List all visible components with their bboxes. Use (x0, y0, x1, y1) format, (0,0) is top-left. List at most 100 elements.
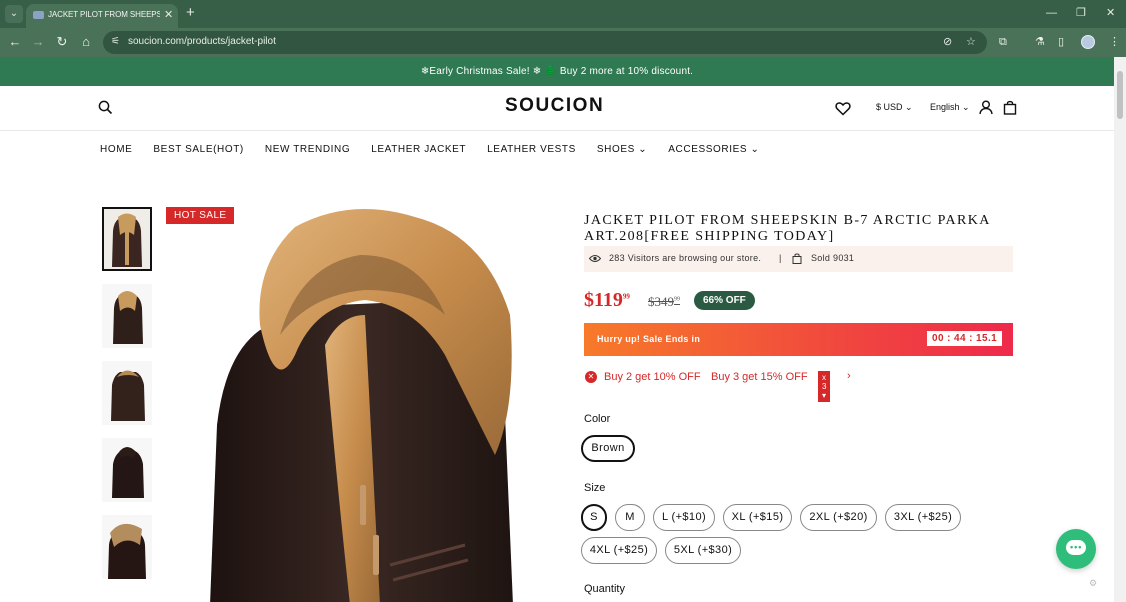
promo-quantity: x 3 ▾ (818, 371, 831, 402)
chat-dots: ••• (1070, 542, 1083, 552)
size-option-s[interactable]: S (581, 504, 607, 531)
chevron-down-icon: ⌄ (750, 144, 760, 155)
browser-toolbar: ← → ↻ ⌂ ⚟ soucion.com/products/jacket-pi… (0, 28, 1126, 57)
size-option-m[interactable]: M (615, 504, 645, 531)
browser-tab[interactable]: JACKET PILOT FROM SHEEPSKIN ✕ (26, 4, 178, 28)
address-bar[interactable]: ⚟ soucion.com/products/jacket-pilot ⊘ ☆ (103, 31, 987, 54)
promo-buy2: Buy 2 get 10% OFF (604, 371, 701, 383)
browser-menu-icon[interactable]: ⋮ (1109, 35, 1120, 49)
main-navigation: HOME BEST SALE(HOT) NEW TRENDING LEATHER… (100, 144, 760, 155)
tab-title: JACKET PILOT FROM SHEEPSKIN (48, 10, 160, 19)
nav-best-sale[interactable]: BEST SALE(HOT) (153, 144, 243, 155)
profile-avatar-icon[interactable] (1081, 35, 1095, 49)
nav-accessories-label: ACCESSORIES (668, 144, 748, 155)
site-logo[interactable]: SOUCION (505, 95, 604, 117)
nav-leather-jacket[interactable]: LEATHER JACKET (371, 144, 466, 155)
hot-sale-badge: HOT SALE (166, 207, 235, 224)
restore-icon[interactable]: ❐ (1076, 6, 1086, 20)
chevron-down-icon: ⌄ (638, 144, 648, 155)
thumbnail-jacket-image (108, 523, 146, 579)
site-info-icon[interactable]: ⚟ (111, 36, 123, 48)
size-label: Size (584, 482, 606, 494)
side-panel-icon[interactable]: ▯ (1058, 35, 1064, 49)
currency-label: $ USD (876, 102, 903, 112)
nav-shoes[interactable]: SHOES ⌄ (597, 144, 647, 155)
thumbnail-1[interactable] (102, 207, 152, 271)
thumbnail-jacket-image (112, 213, 142, 267)
sale-price-value: $119 (584, 289, 623, 311)
web-page: ❄Early Christmas Sale! ❄ 🌲 Buy 2 more at… (0, 57, 1114, 602)
size-option-3xl[interactable]: 3XL (+$25) (885, 504, 961, 531)
sale-countdown-bar: Hurry up! Sale Ends in 00 : 44 : 15.1 (584, 323, 1013, 356)
thumbnail-5[interactable] (102, 515, 152, 579)
search-icon[interactable] (98, 100, 113, 115)
nav-new-trending[interactable]: NEW TRENDING (265, 144, 350, 155)
nav-accessories[interactable]: ACCESSORIES ⌄ (668, 144, 759, 155)
reload-icon[interactable]: ↻ (54, 34, 70, 50)
currency-selector[interactable]: $ USD ⌄ (876, 102, 913, 113)
chevron-down-icon: ⌄ (905, 102, 913, 112)
thumbnail-4[interactable] (102, 438, 152, 502)
size-option-5xl[interactable]: 5XL (+$30) (665, 537, 741, 564)
announcement-bar[interactable]: ❄Early Christmas Sale! ❄ 🌲 Buy 2 more at… (0, 57, 1114, 86)
nav-home[interactable]: HOME (100, 144, 132, 155)
window-close-icon[interactable]: ✕ (1106, 6, 1115, 20)
widget-settings-icon[interactable]: ⚙ (1089, 578, 1097, 589)
labs-flask-icon[interactable]: ⚗ (1035, 35, 1045, 49)
promo-badge-icon: ✕ (585, 371, 597, 383)
tab-search-button[interactable]: ⌄ (5, 5, 23, 23)
forward-icon[interactable]: → (30, 34, 46, 50)
tab-close-icon[interactable]: ✕ (164, 8, 173, 22)
home-icon[interactable]: ⌂ (78, 34, 94, 50)
thumbnail-3[interactable] (102, 361, 152, 425)
language-label: English (930, 102, 960, 112)
extensions-icon[interactable]: ⧉ (999, 35, 1007, 49)
cart-bag-icon[interactable] (1003, 100, 1017, 115)
quantity-label: Quantity (584, 583, 625, 595)
countdown-timer: 00 : 44 : 15.1 (927, 331, 1003, 346)
tab-favicon (33, 11, 44, 19)
bag-icon (792, 253, 802, 264)
promo-quantity-label: x 3 (822, 373, 827, 391)
promo-buy3: Buy 3 get 15% OFF (711, 371, 808, 383)
sale-countdown-label: Hurry up! Sale Ends in (597, 334, 701, 344)
chevron-right-icon[interactable]: › (847, 370, 851, 382)
bookmark-star-icon[interactable]: ☆ (966, 35, 976, 49)
store-activity-bar: 283 Visitors are browsing our store. | S… (584, 246, 1013, 272)
size-option-xl[interactable]: XL (+$15) (723, 504, 792, 531)
color-option-brown[interactable]: Brown (581, 435, 635, 462)
size-option-2xl[interactable]: 2XL (+$20) (800, 504, 877, 531)
site-header: SOUCION $ USD ⌄ English ⌄ (0, 86, 1114, 131)
product-main-image[interactable] (165, 205, 555, 602)
thumbnail-jacket-image (113, 291, 143, 344)
original-price-cents: 99 (674, 296, 680, 303)
browser-tab-bar: ⌄ JACKET PILOT FROM SHEEPSKIN ✕ + — ❐ ✕ (0, 0, 1126, 28)
wishlist-heart-icon[interactable] (835, 101, 851, 116)
chevron-down-icon: ⌄ (962, 102, 970, 112)
thumbnail-jacket-image (112, 447, 144, 498)
discount-badge: 66% OFF (694, 291, 755, 310)
size-option-l[interactable]: L (+$10) (653, 504, 715, 531)
back-icon[interactable]: ← (7, 34, 23, 50)
live-chat-button[interactable]: ••• (1056, 529, 1096, 569)
scrollbar-thumb[interactable] (1117, 71, 1123, 119)
page-scrollbar[interactable] (1114, 57, 1126, 602)
minimize-icon[interactable]: — (1046, 6, 1057, 20)
visitors-text: 283 Visitors are browsing our store. (609, 253, 762, 263)
thumbnail-2[interactable] (102, 284, 152, 348)
color-label: Color (584, 413, 611, 425)
separator: | (779, 253, 782, 263)
eye-icon (589, 255, 601, 262)
thumbnail-jacket-image (111, 370, 145, 421)
product-title: JACKET PILOT FROM SHEEPSKIN B-7 ARCTIC P… (584, 213, 990, 244)
account-user-icon[interactable] (979, 100, 993, 115)
language-selector[interactable]: English ⌄ (930, 102, 970, 113)
original-price: $34999 (648, 294, 680, 310)
sale-price: $11999 (584, 289, 630, 312)
original-price-value: $349 (648, 294, 674, 309)
nav-leather-vests[interactable]: LEATHER VESTS (487, 144, 576, 155)
new-tab-icon[interactable]: + (186, 4, 195, 22)
url-text: soucion.com/products/jacket-pilot (128, 36, 276, 47)
size-option-4xl[interactable]: 4XL (+$25) (581, 537, 657, 564)
eye-off-icon[interactable]: ⊘ (943, 35, 952, 49)
